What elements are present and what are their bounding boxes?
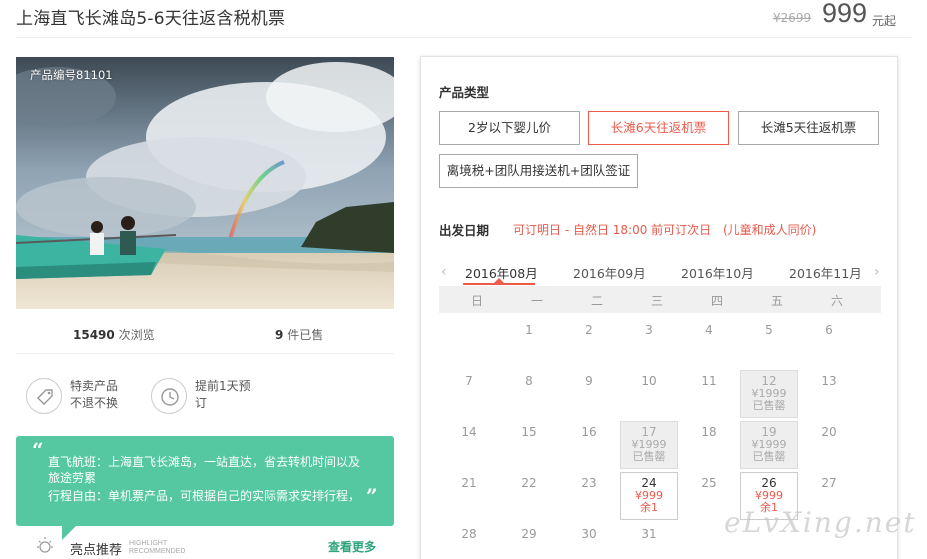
month-tab-sep[interactable]: 2016年09月 bbox=[573, 263, 646, 282]
type-option-5day[interactable]: 长滩5天往返机票 bbox=[738, 111, 879, 145]
next-month-arrow-icon[interactable]: › bbox=[874, 264, 880, 280]
type-option-6day[interactable]: 长滩6天往返机票 bbox=[588, 111, 729, 145]
weekday-wed: 三 bbox=[650, 294, 663, 308]
type-option-infant[interactable]: 2岁以下婴儿价 bbox=[439, 111, 580, 145]
watermark: eLvXing.net bbox=[724, 506, 917, 539]
weekday-sun: 日 bbox=[470, 294, 483, 308]
beach-scene-image bbox=[16, 57, 394, 309]
tag-icon bbox=[26, 378, 62, 414]
calendar-day: 13 bbox=[821, 374, 837, 388]
promo-line1: 直飞航班：上海直飞长滩岛，一站直达，省去转机时间以及旅途劳累 bbox=[48, 455, 361, 485]
calendar-day-number: 12 bbox=[761, 374, 777, 388]
departure-date-label: 出发日期 bbox=[439, 223, 490, 238]
booking-note: 可订明日 - 自然日 18:00 前可订次日 bbox=[513, 223, 712, 237]
calendar-day-status: 余1 bbox=[640, 501, 658, 514]
calendar-day-number: 19 bbox=[761, 425, 777, 439]
views-stat: 15490 次浏览 bbox=[73, 326, 155, 343]
clock-icon bbox=[151, 378, 187, 414]
current-price: 999 bbox=[822, 0, 868, 28]
calendar-day: 7 bbox=[465, 374, 473, 388]
calendar-day: 3 bbox=[645, 323, 653, 337]
calendar-day-avail[interactable]: 24 ¥999 余1 bbox=[620, 472, 678, 520]
views-count: 15490 bbox=[73, 328, 115, 342]
calendar-day: 11 bbox=[701, 374, 717, 388]
calendar-day: 20 bbox=[821, 425, 837, 439]
calendar-day: 25 bbox=[701, 476, 717, 490]
month-tab-oct[interactable]: 2016年10月 bbox=[681, 263, 754, 282]
weekday-mon: 一 bbox=[530, 294, 543, 308]
original-price: ¥2699 bbox=[773, 11, 812, 25]
calendar-day: 10 bbox=[641, 374, 657, 388]
active-month-underline bbox=[463, 283, 535, 285]
calendar-day: 9 bbox=[585, 374, 593, 388]
calendar-day: 30 bbox=[581, 527, 597, 541]
calendar-day-status: 已售罄 bbox=[752, 450, 786, 463]
calendar-day: 6 bbox=[825, 323, 833, 337]
stats-divider bbox=[16, 353, 394, 354]
sold-label: 件已售 bbox=[287, 328, 324, 342]
sold-count: 9 bbox=[275, 328, 284, 342]
calendar-day-number: 26 bbox=[761, 476, 777, 490]
promo-line2: 行程自由：单机票产品，可根据自己的实际需求安排行程， bbox=[48, 489, 361, 503]
prev-month-arrow-icon[interactable]: ‹ bbox=[441, 264, 447, 280]
weekday-tue: 二 bbox=[590, 294, 603, 308]
views-label: 次浏览 bbox=[118, 328, 155, 342]
highlight-title: 亮点推荐 bbox=[70, 543, 123, 558]
calendar-day-sold: 12 ¥1999 已售罄 bbox=[740, 370, 798, 418]
calendar-day: 28 bbox=[461, 527, 477, 541]
calendar-day-number: 24 bbox=[641, 476, 657, 490]
calendar-day: 2 bbox=[585, 323, 593, 337]
product-stats: 15490 次浏览 9 件已售 bbox=[16, 318, 394, 348]
calendar-day: 4 bbox=[705, 323, 713, 337]
page-title: 上海直飞长滩岛5-6天往返含税机票 bbox=[16, 9, 286, 29]
month-tab-nov[interactable]: 2016年11月 bbox=[789, 263, 862, 282]
calendar-day-status: 已售罄 bbox=[632, 450, 666, 463]
weekday-header: 日 一 二 三 四 五 六 bbox=[439, 286, 881, 313]
open-quote: “ bbox=[32, 438, 44, 462]
weekday-thu: 四 bbox=[710, 294, 723, 308]
feature-line2: 不退不换 bbox=[70, 396, 119, 410]
calendar-day-sold: 19 ¥1999 已售罄 bbox=[740, 421, 798, 469]
calendar-day: 5 bbox=[765, 323, 773, 337]
calendar-day-status: 已售罄 bbox=[752, 399, 786, 412]
header-divider bbox=[16, 37, 911, 38]
calendar-day: 1 bbox=[525, 323, 533, 337]
weekday-sat: 六 bbox=[830, 294, 843, 308]
see-more-link[interactable]: 查看更多 bbox=[328, 538, 376, 555]
calendar-day: 29 bbox=[521, 527, 537, 541]
feature-line2: 订 bbox=[195, 396, 208, 410]
calendar-day: 15 bbox=[521, 425, 537, 439]
weekday-fri: 五 bbox=[770, 294, 783, 308]
product-type-label: 产品类型 bbox=[439, 85, 490, 100]
feature-line1: 特卖产品 bbox=[70, 379, 119, 393]
feature-line1: 提前1天预 bbox=[195, 379, 251, 393]
calendar-day-number: 17 bbox=[641, 425, 657, 439]
calendar-day: 14 bbox=[461, 425, 477, 439]
calendar-day: 23 bbox=[581, 476, 597, 490]
promo-box: “ 直飞航班：上海直飞长滩岛，一站直达，省去转机时间以及旅途劳累 行程自由：单机… bbox=[16, 436, 394, 526]
lightbulb-icon bbox=[37, 537, 53, 553]
calendar-day: 18 bbox=[701, 425, 717, 439]
calendar-day: 8 bbox=[525, 374, 533, 388]
sold-stat: 9 件已售 bbox=[275, 326, 323, 343]
price-note: (儿童和成人同价) bbox=[723, 223, 817, 237]
close-quote: ” bbox=[366, 484, 378, 508]
product-number: 产品编号81101 bbox=[30, 68, 113, 82]
calendar-day: 16 bbox=[581, 425, 597, 439]
calendar-day: 21 bbox=[461, 476, 477, 490]
calendar-day: 27 bbox=[821, 476, 837, 490]
calendar-day: 31 bbox=[641, 527, 657, 541]
product-photo[interactable]: 产品编号81101 bbox=[16, 57, 394, 309]
calendar-day-sold: 17 ¥1999 已售罄 bbox=[620, 421, 678, 469]
booking-panel: 产品类型 2岁以下婴儿价 长滩6天往返机票 长滩5天往返机票 离境税+团队用接送… bbox=[420, 56, 898, 559]
highlight-section: 亮点推荐 HIGHLIGHT RECOMMENDED 查看更多 bbox=[16, 532, 394, 559]
price-unit: 元起 bbox=[872, 14, 897, 28]
type-option-addons[interactable]: 离境税+团队用接送机+团队签证 bbox=[439, 154, 638, 188]
calendar-day: 22 bbox=[521, 476, 537, 490]
highlight-en: HIGHLIGHT RECOMMENDED bbox=[129, 540, 186, 555]
